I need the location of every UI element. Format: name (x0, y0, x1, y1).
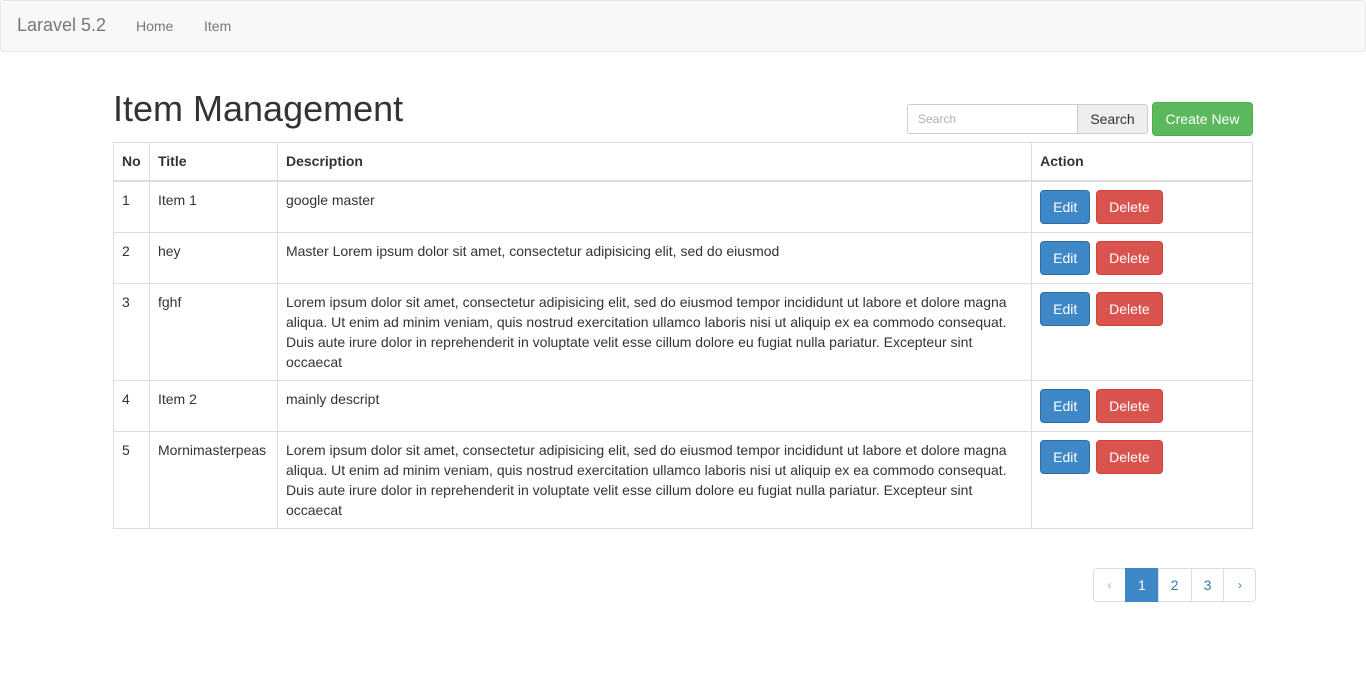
cell-description: Master Lorem ipsum dolor sit amet, conse… (276, 232, 1033, 284)
pagination-next[interactable]: › (1223, 568, 1257, 602)
table-row: 3 fghf Lorem ipsum dolor sit amet, consect… (113, 283, 1253, 381)
cell-title: Item 1 (148, 180, 278, 233)
edit-button[interactable]: Edit (1040, 292, 1091, 326)
table-header-row: No Title Description Action (113, 142, 1253, 182)
edit-button[interactable]: Edit (1040, 190, 1091, 224)
delete-button[interactable]: Delete (1096, 241, 1163, 275)
table-row: 4 Item 2 mainly descript Edit Delete (113, 380, 1253, 432)
delete-button[interactable]: Delete (1096, 190, 1163, 224)
cell-action: Edit Delete (1031, 180, 1253, 233)
cell-title: hey (148, 232, 278, 284)
search-button[interactable]: Search (1078, 104, 1148, 134)
cell-no: 5 (113, 431, 150, 529)
cell-action: Edit Delete (1031, 232, 1253, 284)
table-row: 1 Item 1 google master Edit Delete (113, 180, 1253, 233)
header-action: Action (1031, 142, 1253, 182)
cell-action: Edit Delete (1031, 380, 1253, 432)
cell-description: mainly descript (276, 380, 1033, 432)
table-row: 5 Mornimasterpeas Lorem ipsum dolor sit am… (113, 431, 1253, 529)
cell-no: 4 (113, 380, 150, 432)
cell-description: google master (276, 180, 1033, 233)
edit-button[interactable]: Edit (1040, 440, 1091, 474)
delete-button[interactable]: Delete (1096, 389, 1163, 423)
cell-no: 3 (113, 283, 150, 381)
cell-title: Mornimasterpeas (148, 431, 278, 529)
search-form: Search (907, 104, 1148, 134)
pagination-page-2[interactable]: 2 (1157, 568, 1192, 602)
edit-button[interactable]: Edit (1040, 389, 1091, 423)
delete-button[interactable]: Delete (1096, 292, 1163, 326)
search-input[interactable] (907, 104, 1078, 134)
cell-no: 1 (113, 180, 150, 233)
nav-link-home[interactable]: Home (136, 18, 173, 34)
header-title: Title (148, 142, 278, 182)
cell-title: Item 2 (148, 380, 278, 432)
navbar: Laravel 5.2 Home Item (0, 0, 1366, 52)
delete-button[interactable]: Delete (1096, 440, 1163, 474)
navbar-brand[interactable]: Laravel 5.2 (17, 15, 106, 36)
page-title: Item Management (113, 88, 404, 129)
pagination: ‹ 1 2 3 › (1093, 568, 1257, 602)
cell-action: Edit Delete (1031, 431, 1253, 529)
create-new-button[interactable]: Create New (1152, 102, 1253, 136)
items-table: No Title Description Action 1 Item 1 googl… (113, 142, 1253, 529)
pagination-prev[interactable]: ‹ (1093, 568, 1126, 602)
cell-no: 2 (113, 232, 150, 284)
table-row: 2 hey Master Lorem ipsum dolor sit amet, c… (113, 232, 1253, 284)
header-no: No (113, 142, 150, 182)
pagination-page-3[interactable]: 3 (1190, 568, 1225, 602)
cell-description: Lorem ipsum dolor sit amet, consectetur … (276, 283, 1033, 381)
cell-action: Edit Delete (1031, 283, 1253, 381)
nav-link-item[interactable]: Item (204, 18, 231, 34)
edit-button[interactable]: Edit (1040, 241, 1091, 275)
cell-title: fghf (148, 283, 278, 381)
cell-description: Lorem ipsum dolor sit amet, consectetur … (276, 431, 1033, 529)
header-description: Description (276, 142, 1033, 182)
pagination-page-1[interactable]: 1 (1125, 568, 1159, 602)
